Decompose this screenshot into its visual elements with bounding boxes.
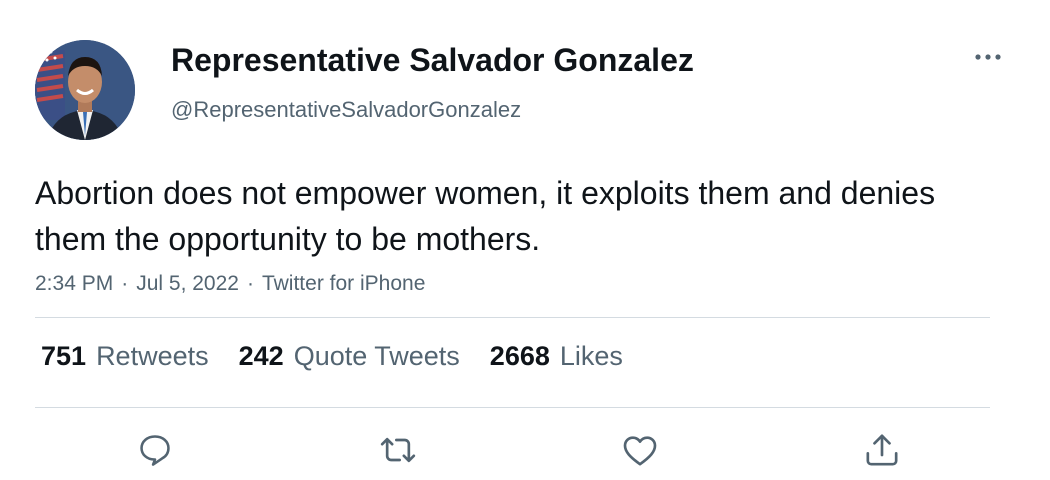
tweet-meta: 2:34 PM · Jul 5, 2022 · Twitter for iPhone xyxy=(35,272,425,296)
tweet-stats: 751 Retweets 242 Quote Tweets 2668 Likes xyxy=(41,341,623,372)
meta-separator: · xyxy=(246,272,254,295)
quote-tweets-stat[interactable]: 242 Quote Tweets xyxy=(239,341,460,372)
divider xyxy=(35,407,990,408)
tweet-time[interactable]: 2:34 PM xyxy=(35,272,113,295)
avatar[interactable] xyxy=(35,40,135,140)
tweet-date[interactable]: Jul 5, 2022 xyxy=(136,272,239,295)
stat-count: 242 xyxy=(238,341,284,371)
retweets-stat[interactable]: 751 Retweets xyxy=(41,341,209,372)
tweet-source[interactable]: Twitter for iPhone xyxy=(262,272,425,295)
more-options-icon[interactable] xyxy=(968,45,1008,69)
stat-count: 2668 xyxy=(489,341,550,371)
share-icon[interactable] xyxy=(860,428,904,472)
reply-icon[interactable] xyxy=(133,428,177,472)
profile-photo xyxy=(35,40,135,140)
author-display-name[interactable]: Representative Salvador Gonzalez xyxy=(171,42,694,79)
stat-label: Quote Tweets xyxy=(293,341,460,371)
like-icon[interactable] xyxy=(618,428,662,472)
stat-count: 751 xyxy=(41,341,87,371)
retweet-icon[interactable] xyxy=(376,428,420,472)
author-handle[interactable]: @RepresentativeSalvadorGonzalez xyxy=(171,97,521,123)
stat-label: Retweets xyxy=(96,341,209,371)
meta-separator: · xyxy=(121,272,129,295)
divider xyxy=(35,317,990,318)
stat-label: Likes xyxy=(559,341,623,371)
tweet-text: Abortion does not empower women, it expl… xyxy=(35,175,936,257)
likes-stat[interactable]: 2668 Likes xyxy=(490,341,623,372)
